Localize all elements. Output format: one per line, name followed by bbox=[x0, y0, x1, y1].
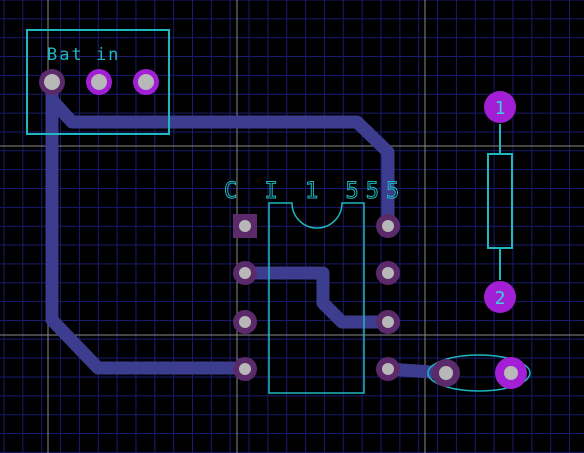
ic-pin-8[interactable] bbox=[376, 214, 400, 238]
battery-pad-2[interactable] bbox=[86, 69, 112, 95]
resistor-pad-1-label: 1 bbox=[495, 98, 506, 119]
ic-pin-7[interactable] bbox=[376, 261, 400, 285]
resistor-pad-2-label: 2 bbox=[495, 288, 506, 309]
ic-designator-label: C I 1 555 bbox=[224, 179, 406, 204]
ic-pin-3[interactable] bbox=[233, 310, 257, 334]
battery-pad-1[interactable] bbox=[39, 69, 65, 95]
battery-connector-label: Bat in bbox=[47, 45, 120, 65]
ic-pin-1[interactable] bbox=[233, 214, 257, 238]
pcb-board[interactable]: Bat in C I 1 555 1 2 bbox=[0, 0, 584, 453]
ic-pin-2[interactable] bbox=[233, 261, 257, 285]
trace-pin2-to-pin6[interactable] bbox=[245, 266, 388, 329]
resistor-body[interactable] bbox=[487, 153, 513, 249]
capacitor-pad-1[interactable] bbox=[432, 359, 460, 387]
pcb-editor-canvas[interactable]: Bat in C I 1 555 1 2 bbox=[0, 0, 584, 453]
capacitor-pad-2[interactable] bbox=[495, 357, 527, 389]
grid-fine bbox=[0, 0, 584, 453]
ic-pin-5[interactable] bbox=[376, 357, 400, 381]
resistor-pad-2[interactable]: 2 bbox=[484, 281, 516, 313]
battery-pad-3[interactable] bbox=[133, 69, 159, 95]
ic-pin-4[interactable] bbox=[233, 357, 257, 381]
ic-pin-6[interactable] bbox=[376, 310, 400, 334]
resistor-pad-1[interactable]: 1 bbox=[484, 91, 516, 123]
